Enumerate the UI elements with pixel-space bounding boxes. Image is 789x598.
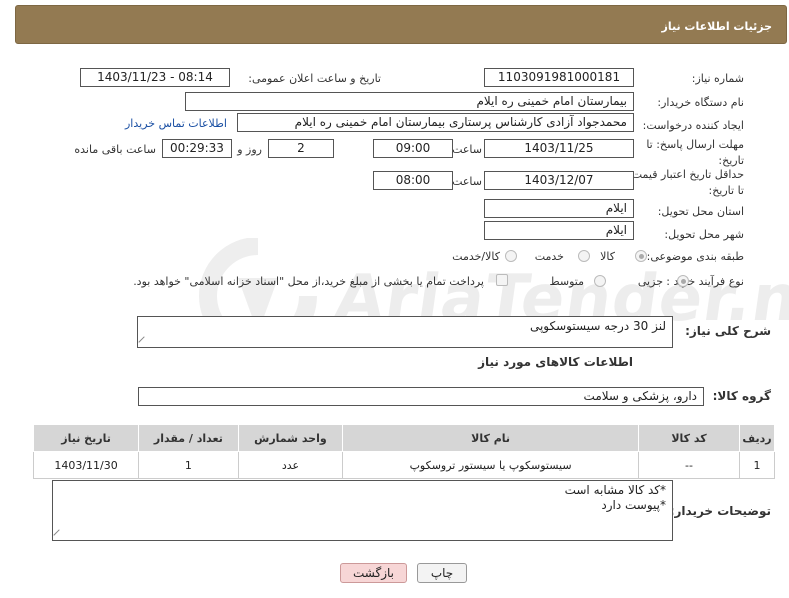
deadline-time-label: ساعت bbox=[452, 143, 482, 156]
table-header-row: ردیف کد کالا نام کالا واحد شمارش تعداد /… bbox=[32, 424, 775, 452]
table-row: 1 -- سیستوسکوپ یا سیستور تروسکوپ عدد 1 1… bbox=[32, 451, 775, 479]
city-field: ایلام bbox=[484, 221, 634, 240]
col-header-date: تاریخ نیاز bbox=[32, 424, 140, 452]
category-radio-service[interactable] bbox=[578, 250, 590, 262]
col-header-row-num: ردیف bbox=[739, 424, 775, 452]
announce-label: تاریخ و ساعت اعلان عمومی: bbox=[248, 72, 381, 85]
col-header-unit: واحد شمارش bbox=[237, 424, 344, 452]
category-radio-goods-service[interactable] bbox=[505, 250, 517, 262]
deadline-date-field: 1403/11/25 bbox=[484, 139, 634, 158]
cell-unit: عدد bbox=[237, 451, 344, 479]
resize-grip-icon[interactable] bbox=[53, 529, 65, 541]
process-option-medium: متوسط bbox=[549, 275, 584, 288]
days-label: روز و bbox=[237, 143, 262, 156]
province-field: ایلام bbox=[484, 199, 634, 218]
need-number-field: 1103091981000181 bbox=[484, 68, 634, 87]
min-price-time-field: 08:00 bbox=[373, 171, 453, 190]
buyer-field: بیمارستان امام خمینی ره ایلام bbox=[185, 92, 634, 111]
header-bar: جزئیات اطلاعات نیاز bbox=[15, 5, 787, 44]
category-option-goods-service: کالا/خدمت bbox=[452, 250, 500, 263]
goods-group-label: گروه کالا: bbox=[712, 389, 771, 403]
category-radio-goods[interactable] bbox=[635, 250, 647, 262]
buyer-label: نام دستگاه خریدار: bbox=[657, 96, 744, 109]
min-price-label: حداقل تاریخ اعتبار قیمت: تا تاریخ: bbox=[628, 168, 744, 197]
cell-code: -- bbox=[637, 451, 741, 479]
creator-field: محمدجواد آزادی کارشناس پرستاری بیمارستان… bbox=[237, 113, 634, 132]
treasury-payment-note: پرداخت تمام یا بخشی از مبلغ خرید،از محل … bbox=[133, 275, 484, 288]
col-header-code: کد کالا bbox=[637, 424, 741, 452]
process-radio-medium[interactable] bbox=[594, 275, 606, 287]
back-button[interactable]: بازگشت bbox=[340, 563, 407, 583]
city-label: شهر محل تحویل: bbox=[664, 228, 744, 241]
province-label: استان محل تحویل: bbox=[657, 205, 744, 218]
category-option-goods: کالا bbox=[600, 250, 615, 263]
category-label: طبقه بندی موضوعی: bbox=[646, 250, 744, 263]
description-textarea[interactable]: لنز 30 درجه سیستوسکوپی bbox=[137, 316, 673, 348]
buyer-contact-link[interactable]: اطلاعات تماس خریدار bbox=[125, 117, 227, 130]
process-option-minor: جزیی bbox=[637, 275, 663, 288]
cell-date: 1403/11/30 bbox=[32, 451, 140, 479]
cell-row-num: 1 bbox=[739, 451, 775, 479]
buyer-note-line-1: *کد کالا مشابه است bbox=[564, 483, 666, 497]
items-table: ردیف کد کالا نام کالا واحد شمارش تعداد /… bbox=[32, 424, 775, 479]
announce-field: 1403/11/23 - 08:14 bbox=[80, 68, 230, 87]
page-title: جزئیات اطلاعات نیاز bbox=[661, 20, 773, 33]
cell-name: سیستوسکوپ یا سیستور تروسکوپ bbox=[342, 451, 639, 479]
min-price-time-label: ساعت bbox=[452, 175, 482, 188]
category-option-service: خدمت bbox=[534, 250, 564, 263]
description-text: لنز 30 درجه سیستوسکوپی bbox=[529, 319, 666, 333]
process-radio-minor[interactable] bbox=[677, 275, 689, 287]
remaining-label: ساعت باقی مانده bbox=[74, 143, 156, 156]
items-table-wrap: ردیف کد کالا نام کالا واحد شمارش تعداد /… bbox=[32, 424, 775, 479]
need-number-label: شماره نیاز: bbox=[691, 72, 744, 85]
min-price-date-field: 1403/12/07 bbox=[484, 171, 634, 190]
print-button[interactable]: چاپ bbox=[417, 563, 467, 583]
deadline-label: مهلت ارسال پاسخ: تا تاریخ: bbox=[646, 138, 744, 167]
cell-qty: 1 bbox=[138, 451, 239, 479]
buyer-note-line-2: *پیوست دارد bbox=[601, 498, 666, 512]
creator-label: ایجاد کننده درخواست: bbox=[642, 119, 744, 132]
goods-section-title: اطلاعات کالاهای مورد نیاز bbox=[478, 355, 633, 369]
buyer-notes-label: توضیحات خریدار: bbox=[669, 504, 771, 518]
treasury-payment-checkbox[interactable] bbox=[496, 274, 508, 286]
resize-grip-icon[interactable] bbox=[138, 336, 150, 348]
deadline-time-field: 09:00 bbox=[373, 139, 453, 158]
goods-group-field: دارو، پزشکی و سلامت bbox=[138, 387, 704, 406]
days-field: 2 bbox=[268, 139, 334, 158]
remaining-time-field: 00:29:33 bbox=[162, 139, 232, 158]
buyer-notes-textarea[interactable]: *کد کالا مشابه است *پیوست دارد bbox=[52, 480, 673, 541]
description-label: شرح کلی نیاز: bbox=[685, 324, 771, 338]
col-header-name: نام کالا bbox=[342, 424, 639, 452]
col-header-qty: تعداد / مقدار bbox=[138, 424, 239, 452]
